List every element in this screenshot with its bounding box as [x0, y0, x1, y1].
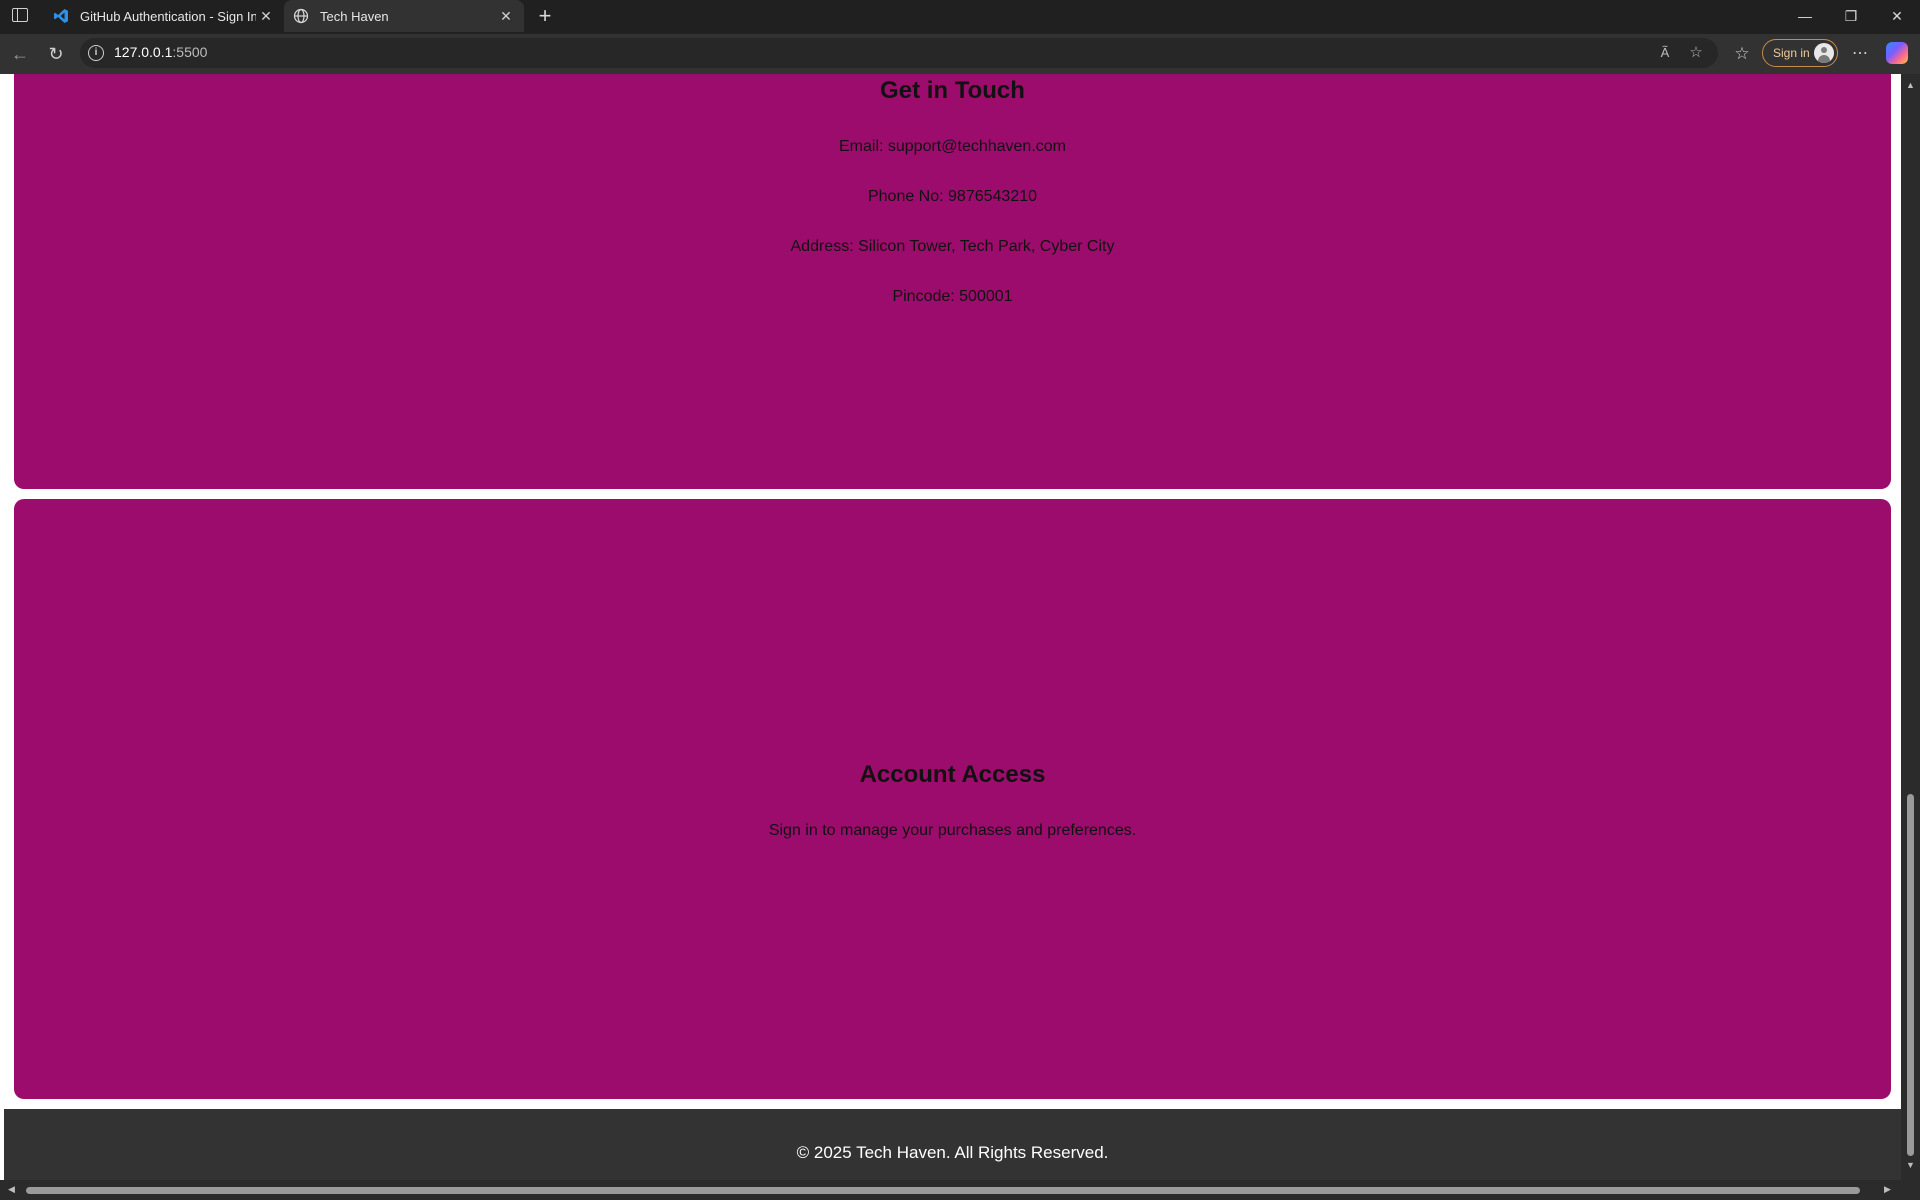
- tab-actions-icon[interactable]: [12, 8, 28, 22]
- account-description: Sign in to manage your purchases and pre…: [768, 822, 1137, 839]
- new-tab-button[interactable]: +: [532, 4, 558, 30]
- restore-icon[interactable]: ❐: [1828, 0, 1874, 32]
- copilot-icon[interactable]: [1886, 42, 1908, 64]
- back-icon[interactable]: ←: [4, 38, 36, 70]
- reload-icon[interactable]: ↻: [40, 38, 72, 70]
- url-text: 127.0.0.1:5500: [114, 44, 207, 60]
- browser-titlebar: GitHub Authentication - Sign In ✕ Tech H…: [0, 0, 1920, 34]
- contact-phone: Phone No: 9876543210: [867, 188, 1038, 205]
- account-section: Account Access Sign in to manage your pu…: [14, 499, 1891, 1099]
- favorite-star-icon[interactable]: ☆: [1685, 42, 1707, 64]
- tab-tech-haven[interactable]: Tech Haven ✕: [284, 0, 524, 32]
- close-tab-icon[interactable]: ✕: [496, 6, 516, 26]
- globe-icon: [292, 7, 310, 25]
- tab-title: Tech Haven: [320, 8, 389, 24]
- footer-copyright: © 2025 Tech Haven. All Rights Reserved.: [796, 1143, 1109, 1162]
- scroll-left-icon[interactable]: ◀: [8, 1184, 15, 1195]
- contact-address: Address: Silicon Tower, Tech Park, Cyber…: [790, 238, 1115, 255]
- minimize-icon[interactable]: —: [1782, 0, 1828, 32]
- scroll-down-icon[interactable]: ▼: [1906, 1160, 1915, 1170]
- page-content: Get in Touch Email: support@techhaven.co…: [4, 74, 1901, 1200]
- vertical-scroll-thumb[interactable]: [1907, 794, 1914, 1156]
- contact-heading: Get in Touch: [880, 77, 1025, 104]
- read-aloud-icon[interactable]: A᷉: [1654, 42, 1676, 64]
- close-window-icon[interactable]: ✕: [1874, 0, 1920, 32]
- favorites-icon[interactable]: ☆: [1728, 38, 1756, 70]
- vertical-scrollbar[interactable]: ▲ ▼: [1901, 74, 1920, 1200]
- contact-section: Get in Touch Email: support@techhaven.co…: [14, 74, 1891, 489]
- vscode-icon: [52, 7, 70, 25]
- horizontal-scroll-thumb[interactable]: [26, 1187, 1860, 1194]
- tab-github-auth[interactable]: GitHub Authentication - Sign In ✕: [44, 0, 284, 32]
- site-info-icon[interactable]: i: [88, 45, 104, 61]
- tab-title: GitHub Authentication - Sign In: [80, 8, 256, 24]
- browser-toolbar: ← ↻ i 127.0.0.1:5500 A᷉ ☆ ☆ Sign in ⋯: [0, 34, 1920, 74]
- account-heading: Account Access: [859, 761, 1046, 788]
- sign-in-button[interactable]: Sign in: [1762, 39, 1838, 67]
- url-port: :5500: [172, 44, 208, 60]
- contact-pincode: Pincode: 500001: [892, 288, 1013, 305]
- scroll-up-icon[interactable]: ▲: [1906, 80, 1915, 90]
- url-host: 127.0.0.1: [114, 44, 173, 60]
- page-viewport: Get in Touch Email: support@techhaven.co…: [0, 74, 1920, 1200]
- contact-email: Email: support@techhaven.com: [838, 138, 1066, 155]
- sign-in-label: Sign in: [1773, 46, 1810, 60]
- more-options-icon[interactable]: ⋯: [1846, 38, 1874, 70]
- horizontal-scrollbar[interactable]: ◀ ▶: [0, 1180, 1901, 1200]
- scroll-right-icon[interactable]: ▶: [1884, 1184, 1891, 1195]
- close-tab-icon[interactable]: ✕: [256, 6, 276, 26]
- profile-avatar-icon: [1814, 43, 1834, 63]
- address-bar[interactable]: i 127.0.0.1:5500 A᷉ ☆: [80, 38, 1718, 68]
